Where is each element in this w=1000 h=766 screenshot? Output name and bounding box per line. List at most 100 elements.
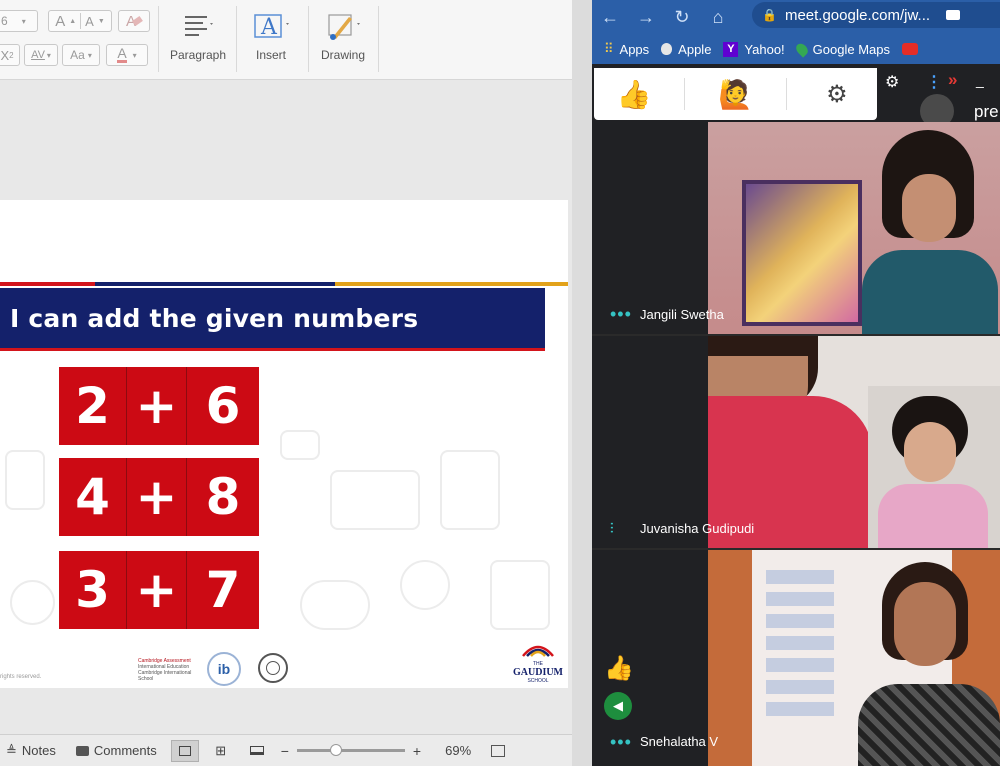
thumbs-up-reaction-icon: 👍	[604, 655, 634, 682]
insert-group[interactable]: A Insert	[238, 8, 304, 68]
ribbon: 6 ▾ A ▲ A ▼ A X2 AV ▾ Aa ▾ A ▾ Paragraph…	[0, 0, 572, 80]
ribbon-divider	[308, 6, 309, 72]
status-bar: ≜ Notes Comments ⊞ − + 69%	[0, 734, 572, 766]
subscript-button[interactable]: X2	[0, 44, 20, 66]
screen: 6 ▾ A ▲ A ▼ A X2 AV ▾ Aa ▾ A ▾ Paragraph…	[0, 0, 1000, 766]
bookmark-youtube[interactable]	[902, 43, 918, 55]
home-icon[interactable]: ⌂	[700, 7, 736, 28]
normal-view-button[interactable]	[170, 739, 199, 762]
background-doodle	[10, 580, 55, 625]
gaudium-suffix: SCHOOL	[527, 678, 549, 684]
drawing-group[interactable]: Drawing	[310, 8, 376, 68]
slide-title[interactable]: I can add the given numbers	[10, 304, 418, 333]
participant-video	[708, 336, 1000, 548]
font-size-value: 6	[1, 14, 8, 28]
settings-gear-icon[interactable]: ⚙	[807, 80, 867, 109]
adult-figure	[708, 336, 873, 548]
grow-shrink-font-group: A ▲ A ▼	[48, 10, 112, 32]
background-doodle	[330, 470, 420, 530]
font-size-box[interactable]: 6 ▾	[0, 10, 38, 32]
notes-label: Notes	[21, 743, 56, 758]
notes-icon: ≜	[6, 742, 17, 758]
double-chevron-icon[interactable]: »	[948, 70, 957, 90]
participant-name: Jangili Swetha	[640, 307, 724, 322]
clear-formatting-button[interactable]: A	[118, 10, 150, 32]
zoom-in-button[interactable]: +	[413, 743, 421, 759]
participant-video	[708, 550, 1000, 766]
zoom-out-button[interactable]: −	[281, 743, 289, 759]
ib-logo-text: ib	[217, 661, 231, 677]
participant-tile[interactable]: ⫶ Juvanisha Gudipudi	[592, 336, 1000, 548]
cambridge-logo: Cambridge Assessment International Educa…	[138, 658, 196, 682]
background-doodle	[490, 560, 550, 630]
meet-top-bar: 👍 🙋 ⚙ ⚙ ⋮ » _ pre	[592, 64, 1000, 128]
camera-icon[interactable]	[946, 10, 961, 20]
more-options-icon[interactable]: ⋮	[926, 72, 942, 92]
font-color-label: A	[117, 45, 127, 63]
zoom-level[interactable]: 69%	[445, 743, 471, 758]
zoom-slider-thumb[interactable]	[329, 744, 342, 756]
equation-row[interactable]: 2 + 6	[59, 367, 259, 445]
bookmark-label: Google Maps	[812, 41, 890, 57]
reload-icon[interactable]: ↻	[664, 7, 700, 28]
speaker-volume-icon[interactable]: ◀	[604, 692, 632, 720]
child-figure	[878, 396, 988, 548]
participant-tile[interactable]: ••• Jangili Swetha	[592, 122, 1000, 334]
equation-addend-2: 8	[187, 458, 259, 536]
url-text: meet.google.com/jw...	[784, 6, 931, 24]
character-spacing-button[interactable]: AV ▾	[24, 44, 58, 66]
bookmark-yahoo[interactable]: Y Yahoo!	[723, 41, 785, 57]
equation-addend-2: 7	[187, 551, 259, 629]
address-bar[interactable]: 🔒 meet.google.com/jw...	[752, 2, 1000, 28]
change-case-button[interactable]: Aa ▾	[62, 44, 100, 66]
minimize-icon[interactable]: _	[976, 72, 984, 88]
bookmark-apps[interactable]: ⠿ Apps	[604, 41, 649, 57]
equation-operator: +	[127, 458, 187, 536]
back-arrow-icon[interactable]: ←	[592, 7, 628, 28]
notes-button[interactable]: ≜ Notes	[6, 743, 56, 759]
powerpoint-window: 6 ▾ A ▲ A ▼ A X2 AV ▾ Aa ▾ A ▾ Paragraph…	[0, 0, 572, 766]
apps-grid-icon: ⠿	[604, 41, 614, 56]
raise-hand-icon[interactable]: 🙋	[705, 78, 765, 111]
slide-top-stripe	[0, 282, 568, 286]
zoom-slider[interactable]	[296, 744, 405, 756]
grow-font-button[interactable]: A	[55, 13, 65, 30]
browser-toolbar: ← → ↻ ⌂ 🔒 meet.google.com/jw...	[592, 0, 1000, 34]
ribbon-divider	[378, 6, 379, 72]
forward-arrow-icon[interactable]: →	[628, 7, 664, 28]
thumbs-up-icon[interactable]: 👍	[604, 78, 664, 111]
chevron-down-icon: ▾	[87, 50, 92, 60]
chevron-down-icon: ▾	[46, 50, 51, 60]
gaudium-arc-icon	[522, 645, 554, 657]
maps-pin-icon	[793, 40, 810, 58]
paragraph-group[interactable]: Paragraph	[165, 8, 231, 68]
equation-addend-2: 6	[187, 367, 259, 445]
bookmark-label: Apps	[619, 41, 650, 57]
participant-tile[interactable]: 👍 ◀ ••• Snehalatha V	[592, 550, 1000, 766]
slide[interactable]: I can add the given numbers 2 + 6 4 + 8 …	[0, 200, 568, 688]
cambridge-line-3: Cambridge International School	[138, 670, 192, 682]
slide-sorter-button[interactable]: ⊞	[207, 740, 235, 762]
bookmark-google-maps[interactable]: Google Maps	[793, 40, 890, 58]
bookmark-apple[interactable]: Apple	[661, 42, 711, 57]
character-spacing-label: AV	[31, 49, 45, 61]
drawing-brush-icon	[310, 8, 376, 42]
shrink-font-button[interactable]: A	[85, 14, 94, 29]
insert-label: Insert	[255, 48, 286, 62]
presenter-view-button[interactable]	[243, 740, 271, 762]
background-doodle	[5, 450, 45, 510]
youtube-icon	[902, 43, 918, 55]
background-doodle	[440, 450, 500, 530]
equation-row[interactable]: 4 + 8	[59, 458, 259, 536]
comments-button[interactable]: Comments	[75, 743, 157, 758]
fit-to-window-icon[interactable]	[491, 744, 506, 757]
participant-name: Snehalatha V	[640, 734, 719, 749]
equation-row[interactable]: 3 + 7	[59, 551, 259, 629]
font-color-button[interactable]: A ▾	[106, 44, 148, 66]
bookmark-label: Apple	[678, 41, 712, 57]
chevron-down-icon: ▾	[132, 50, 137, 60]
yahoo-icon: Y	[723, 41, 739, 57]
insert-textbox-icon: A	[238, 8, 304, 42]
change-case-label: Aa	[70, 48, 85, 62]
extension-gear-icon[interactable]: ⚙	[885, 72, 899, 92]
